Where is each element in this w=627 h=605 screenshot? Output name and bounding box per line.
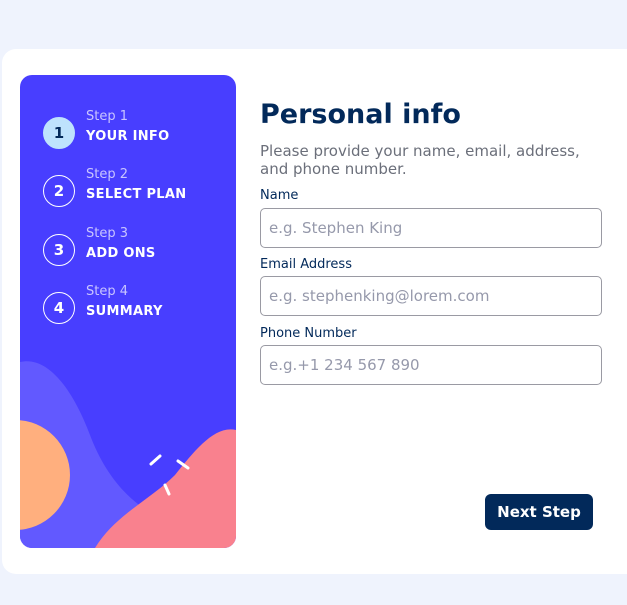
step-caption: Step 1 xyxy=(86,109,129,124)
page-title: Personal info xyxy=(260,99,461,130)
name-field-label: Name xyxy=(260,188,299,203)
step-title: YOUR INFO xyxy=(86,129,170,144)
step-item-your-info[interactable]: 1 Step 1 YOUR INFO xyxy=(43,109,223,157)
step-item-summary[interactable]: 4 Step 4 SUMMARY xyxy=(43,284,223,332)
step-item-select-plan[interactable]: 2 Step 2 SELECT PLAN xyxy=(43,167,223,215)
step-number-badge: 3 xyxy=(43,234,75,266)
email-field-label: Email Address xyxy=(260,257,352,272)
email-input[interactable] xyxy=(260,276,602,316)
name-input[interactable] xyxy=(260,208,602,248)
step-number-badge: 1 xyxy=(43,117,75,149)
step-caption: Step 3 xyxy=(86,226,129,241)
next-step-button[interactable]: Next Step xyxy=(485,494,593,530)
step-title: SELECT PLAN xyxy=(86,187,187,202)
phone-field-label: Phone Number xyxy=(260,326,357,341)
step-number-badge: 4 xyxy=(43,292,75,324)
step-title: ADD ONS xyxy=(86,246,156,261)
steps-sidebar: 1 Step 1 YOUR INFO 2 Step 2 SELECT PLAN … xyxy=(20,75,236,548)
step-number-badge: 2 xyxy=(43,175,75,207)
step-caption: Step 2 xyxy=(86,167,129,182)
phone-input[interactable] xyxy=(260,345,602,385)
page-subtitle: Please provide your name, email, address… xyxy=(260,142,580,178)
step-caption: Step 4 xyxy=(86,284,129,299)
step-item-add-ons[interactable]: 3 Step 3 ADD ONS xyxy=(43,226,223,274)
step-title: SUMMARY xyxy=(86,304,163,319)
